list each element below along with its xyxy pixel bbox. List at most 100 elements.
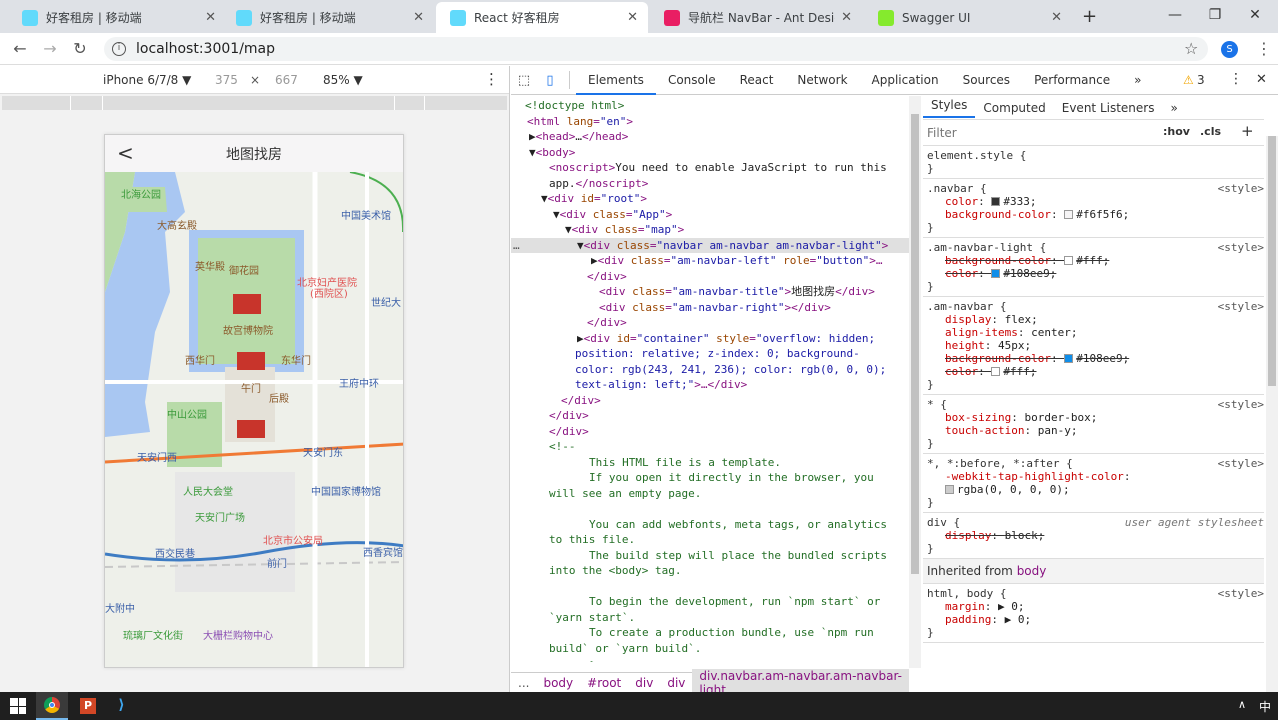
device-height[interactable]: 667 [275,73,298,87]
css-declaration[interactable]: -webkit-tap-highlight-color: [927,470,1260,483]
dom-node-line[interactable]: <!-- [549,439,576,455]
close-devtools-icon[interactable]: ✕ [1256,72,1267,87]
css-rule[interactable]: html, body {<style> margin: ▶ 0; padding: … [923,584,1264,643]
devtools-tab[interactable]: Application [860,66,951,95]
css-declaration[interactable]: background-color: #108ee9; [927,352,1260,365]
back-arrow-icon[interactable]: < [117,141,134,165]
map-label[interactable]: 西交民巷 [155,545,195,560]
rule-source-link[interactable]: <style> [1218,182,1264,195]
dom-node-line[interactable]: ▼<body> [529,145,575,161]
css-selector[interactable]: html, body { [927,587,1260,600]
css-declaration[interactable]: align-items: center; [927,326,1260,339]
dom-node-line[interactable]: ▶<div class="am-navbar-left" role="butto… [591,253,882,269]
show-hidden-icons[interactable]: ∧ [1238,698,1246,711]
map-label[interactable]: 午门 [241,380,261,395]
css-rule[interactable]: *, *:before, *:after {<style> -webkit-tap… [923,454,1264,513]
map-label[interactable]: 天安门广场 [195,509,245,524]
hov-toggle[interactable]: :hov [1163,125,1190,138]
rule-source-link[interactable]: <style> [1218,241,1264,254]
breadcrumb-item[interactable]: div [660,676,692,690]
map-label[interactable]: 北海公园 [121,186,161,201]
color-swatch[interactable] [991,197,1001,206]
color-swatch[interactable] [991,269,1001,278]
profile-avatar[interactable]: S [1221,41,1238,58]
styles-subtab[interactable]: Event Listeners [1054,101,1163,115]
css-declaration[interactable]: padding: ▶ 0; [927,613,1260,626]
devtools-tab[interactable]: Network [785,66,859,95]
dom-node-line[interactable]: </div> [587,269,627,285]
device-width[interactable]: 375 [215,73,238,87]
tab-close-icon[interactable]: ✕ [205,10,216,25]
forward-icon[interactable]: → [40,39,60,58]
css-declaration[interactable]: color: #fff; [927,365,1260,378]
rule-source-link[interactable]: <style> [1218,398,1264,411]
css-declaration[interactable]: margin: ▶ 0; [927,600,1260,613]
tab-close-icon[interactable]: ✕ [1051,10,1062,25]
dom-node-line[interactable]: This HTML file is a template. [589,455,781,471]
devtools-tab[interactable]: Performance [1022,66,1122,95]
dom-node-line[interactable]: app.</noscript> [549,176,648,192]
devtools-tab[interactable]: Sources [951,66,1022,95]
map-label[interactable]: 世纪大 [371,294,401,309]
breadcrumb-item[interactable]: ... [511,676,536,690]
devtools-tab[interactable]: Console [656,66,728,95]
devtools-tab[interactable]: React [728,66,786,95]
dom-node-line[interactable]: <noscript>You need to enable JavaScript … [549,160,887,176]
tab-close-icon[interactable]: ✕ [627,10,638,25]
map-label[interactable]: 天安门东 [303,444,343,459]
dom-node-line[interactable]: <div class="am-navbar-right"></div> [599,300,831,316]
dom-node-line[interactable]: `yarn start`. [549,610,635,626]
map-label[interactable]: 大附中 [105,600,135,615]
dom-node-line[interactable]: ▼<div class="App"> [553,207,672,223]
reload-icon[interactable]: ↻ [70,39,90,58]
powerpoint-taskbar-icon[interactable]: P [80,698,96,714]
css-declaration[interactable]: background-color: #fff; [927,254,1260,267]
color-swatch[interactable] [945,485,954,494]
css-selector[interactable]: .am-navbar { [927,300,1260,313]
vscode-taskbar-icon[interactable]: ⟩ [113,697,130,714]
css-rule[interactable]: * {<style> box-sizing: border-box; touch-a… [923,395,1264,454]
css-declaration[interactable]: background-color: #f6f5f6; [927,208,1260,221]
css-selector[interactable]: *, *:before, *:after { [927,457,1260,470]
rule-source-link[interactable]: <style> [1218,587,1264,600]
info-icon[interactable]: i [112,42,126,56]
map-label[interactable]: 天安门西 [137,449,177,464]
inspect-element-icon[interactable]: ⬚ [511,73,537,88]
start-windows-icon[interactable] [10,698,26,714]
dom-node-line[interactable]: <div class="am-navbar-title">地图找房</div> [599,284,875,300]
css-selector[interactable]: .navbar { [927,182,1260,195]
breadcrumb-item[interactable]: body [536,676,580,690]
new-tab-button[interactable]: + [1082,6,1097,27]
device-more-icon[interactable]: ⋮ [484,70,499,88]
browser-tab[interactable]: Swagger UI ✕ [864,2,1072,33]
browser-tab[interactable]: 好客租房 | 移动端 ✕ [8,2,226,33]
rule-source-link[interactable]: <style> [1218,300,1264,313]
dom-node-line[interactable]: </div> [549,408,589,424]
dom-node-line[interactable]: The build step will place the bundled sc… [589,548,887,564]
map-label[interactable]: 英华殿 [195,258,225,273]
rule-source-link[interactable]: user agent stylesheet [1125,516,1264,529]
dom-node-line[interactable]: </div> [561,393,601,409]
color-swatch[interactable] [991,367,1001,376]
dom-node-line[interactable]: <!doctype html> [525,98,624,114]
color-swatch[interactable] [1064,210,1074,219]
close-window-icon[interactable]: ✕ [1232,0,1278,30]
css-declaration[interactable]: touch-action: pan-y; [927,424,1260,437]
map-label[interactable]: 前门 [267,555,287,570]
back-icon[interactable]: ← [10,39,30,58]
styles-scrollbar[interactable] [1266,136,1278,692]
tab-close-icon[interactable]: ✕ [841,10,852,25]
map-label[interactable]: 御花园 [229,262,259,277]
css-declaration[interactable]: display: flex; [927,313,1260,326]
dom-node-line[interactable]: … ▼<div class="navbar am-navbar am-navba… [511,237,909,253]
ime-indicator[interactable]: 中 [1259,698,1271,715]
rule-source-link[interactable]: <style> [1218,457,1264,470]
map-label[interactable]: 琉璃厂文化街 [123,627,183,642]
dom-node-line[interactable]: ▶<head>…</head> [529,129,628,145]
map-label[interactable]: 故宫博物院 [223,322,273,337]
map-label[interactable]: 中山公园 [167,406,207,421]
css-declaration[interactable]: color: #108ee9; [927,267,1260,280]
dom-node-line[interactable]: <html lang="en"> [527,114,633,130]
map-label[interactable]: 王府中环 [339,375,379,390]
devtools-menu-icon[interactable]: ⋮ [1229,71,1243,87]
